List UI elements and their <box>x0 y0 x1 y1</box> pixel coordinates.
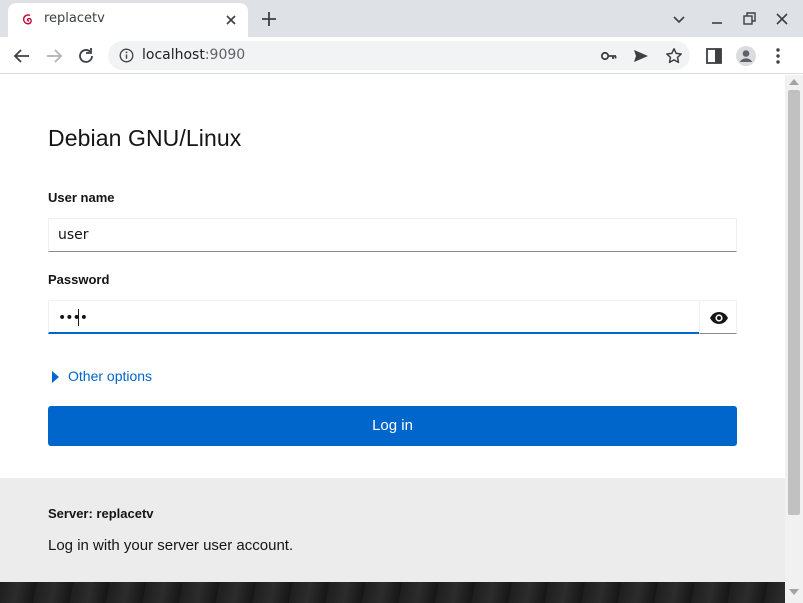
forward-arrow-icon[interactable] <box>43 45 65 67</box>
window-close-icon[interactable] <box>772 9 792 29</box>
eye-icon <box>710 312 728 324</box>
server-info-panel: Server: replacetv Log in with your serve… <box>0 478 785 582</box>
reload-icon[interactable] <box>75 45 97 67</box>
username-value: user <box>58 227 89 243</box>
page-viewport: Debian GNU/Linux User name user Password… <box>0 75 785 603</box>
browser-toolbar: localhost:9090 <box>0 37 803 74</box>
username-label: User name <box>48 190 115 205</box>
new-tab-plus-icon[interactable] <box>258 8 280 30</box>
scroll-thumb[interactable] <box>788 90 800 515</box>
url-port: :9090 <box>204 47 246 63</box>
other-options-label: Other options <box>68 368 153 384</box>
chevron-down-icon[interactable] <box>669 9 689 29</box>
login-button[interactable]: Log in <box>48 406 737 446</box>
username-input[interactable]: user <box>48 218 737 252</box>
page-scrollbar[interactable] <box>785 75 803 603</box>
scroll-up-arrow-icon[interactable] <box>789 79 799 85</box>
side-panel-icon[interactable] <box>703 45 725 67</box>
minimize-icon[interactable] <box>707 9 727 29</box>
tab-title: replacetv <box>44 11 105 26</box>
star-icon[interactable] <box>664 46 684 66</box>
caret-right-icon <box>52 371 59 383</box>
url-host: localhost <box>142 47 205 63</box>
info-icon[interactable] <box>119 48 134 63</box>
password-value: •••• <box>58 310 88 326</box>
address-bar[interactable]: localhost:9090 <box>108 41 690 70</box>
text-caret <box>78 309 79 326</box>
profile-avatar-icon[interactable] <box>735 45 757 67</box>
password-label: Password <box>48 272 110 287</box>
brand-title: Debian GNU/Linux <box>48 125 242 151</box>
login-hint: Log in with your server user account. <box>48 537 294 554</box>
close-icon[interactable] <box>222 11 240 29</box>
back-arrow-icon[interactable] <box>11 45 33 67</box>
server-name: Server: replacetv <box>48 506 154 521</box>
url-text: localhost:9090 <box>142 47 245 63</box>
restore-icon[interactable] <box>739 9 759 29</box>
browser-tab[interactable]: replacetv <box>8 3 248 37</box>
key-icon[interactable] <box>599 46 619 66</box>
tab-strip: replacetv <box>0 0 803 37</box>
send-icon[interactable] <box>631 46 651 66</box>
password-input[interactable]: •••• <box>48 300 700 334</box>
show-password-button[interactable] <box>699 300 737 334</box>
menu-kebab-icon[interactable] <box>767 45 789 67</box>
debian-logo-icon <box>22 14 32 25</box>
background-image <box>0 582 785 603</box>
scroll-down-arrow-icon[interactable] <box>789 589 799 595</box>
